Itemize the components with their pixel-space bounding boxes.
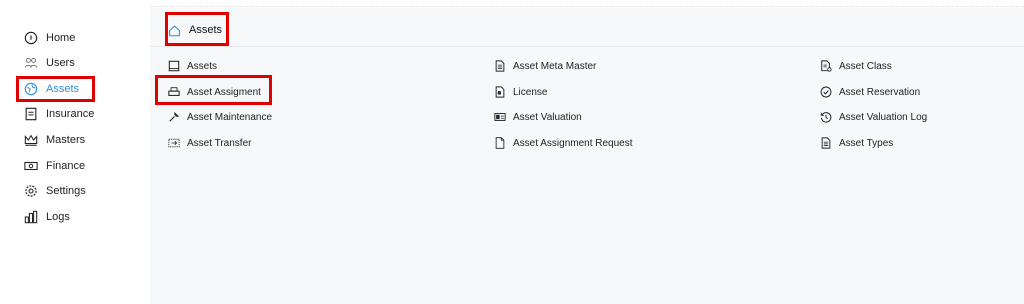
sidebar-item-settings[interactable]: Settings [24,181,86,201]
sidebar-item-label: Finance [46,160,86,172]
link-asset-types[interactable]: Asset Types [820,134,893,152]
history-icon [820,112,832,123]
link-label: Asset Class [839,60,892,72]
link-asset-assignment-request[interactable]: Asset Assignment Request [494,134,633,152]
link-asset-meta-master[interactable]: Asset Meta Master [494,57,596,75]
wrench-icon [169,112,179,122]
link-asset-valuation[interactable]: Asset Valuation [494,108,582,126]
sidebar-item-label: Masters [46,134,86,146]
license-icon [495,86,505,98]
gear-icon [25,185,37,197]
link-label: Asset Valuation Log [839,111,928,123]
sidebar-item-label: Home [46,32,76,44]
top-divider [0,6,1024,7]
sidebar-item-label: Insurance [46,108,95,120]
link-asset-class[interactable]: Asset Class [820,57,892,75]
link-label: Asset Transfer [187,137,252,149]
highlight-box [16,76,95,102]
box-icon [168,60,180,72]
link-label: Asset Maintenance [187,111,273,123]
transfer-icon [168,138,180,148]
link-asset-maintenance[interactable]: Asset Maintenance [168,108,272,126]
file-icon [495,137,505,149]
breadcrumb-divider [150,46,1024,47]
main-content: Assets Assets Asset Assigment Asset Main… [150,8,1024,304]
link-asset-valuation-log[interactable]: Asset Valuation Log [820,108,927,126]
sidebar-item-home[interactable]: Home [24,28,75,48]
link-asset-reservation[interactable]: Asset Reservation [820,83,920,101]
home-icon [24,31,38,45]
sidebar-item-label: Users [46,57,75,69]
document-icon [495,60,505,72]
sidebar: Home Users Assets Insurance Masters Fina… [0,0,150,304]
class-icon [821,60,832,72]
link-label: Assets [187,60,218,72]
link-assets[interactable]: Assets [168,57,217,75]
highlight-box [165,12,229,46]
users-icon [24,57,38,68]
crown-icon [24,134,38,146]
link-label: Asset Types [839,137,894,149]
sidebar-item-insurance[interactable]: Insurance [24,104,94,124]
insurance-icon [25,107,37,121]
check-circle-icon [820,86,832,98]
valuation-icon [494,113,506,121]
sidebar-item-label: Settings [46,185,86,197]
link-asset-transfer[interactable]: Asset Transfer [168,134,251,152]
sidebar-item-label: Logs [46,211,70,223]
link-label: Asset Reservation [839,86,921,98]
link-label: Asset Assignment Request [513,137,633,149]
list-doc-icon [821,137,831,149]
sidebar-item-users[interactable]: Users [24,53,75,73]
link-label: Asset Valuation [513,111,582,123]
link-label: License [513,86,548,98]
money-icon [24,161,38,171]
bar-chart-icon [24,210,38,224]
highlight-box [155,75,272,105]
sidebar-item-finance[interactable]: Finance [24,156,85,176]
link-license[interactable]: License [494,83,547,101]
sidebar-item-masters[interactable]: Masters [24,130,85,150]
link-label: Asset Meta Master [513,60,597,72]
sidebar-item-logs[interactable]: Logs [24,207,70,227]
